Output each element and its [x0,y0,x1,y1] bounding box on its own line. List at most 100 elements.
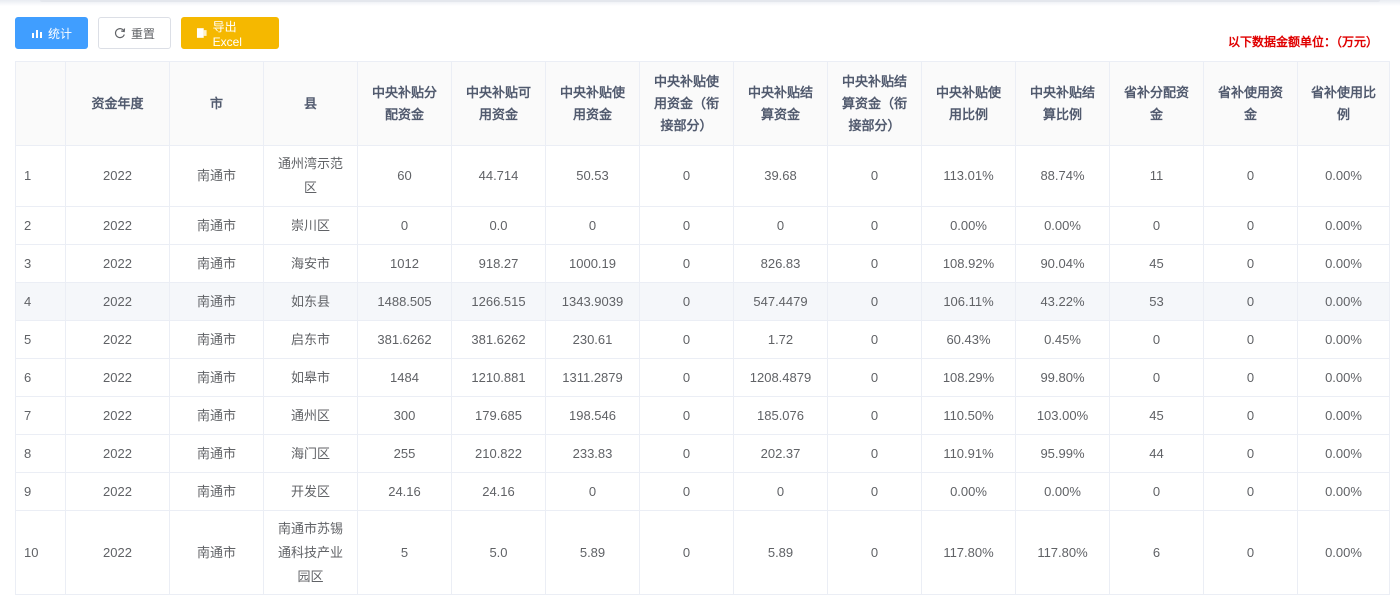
column-header: 资金年度 [65,61,170,146]
column-header: 中央补贴分配资金 [357,61,452,146]
table-cell: 2022 [65,282,170,321]
table-cell: 179.685 [451,396,546,435]
table-cell: 0 [1203,472,1298,511]
table-cell: 6 [15,358,66,397]
toolbar: 统计 重置 导出Excel [15,17,279,50]
table-cell: 233.83 [545,434,640,473]
table-cell: 1012 [357,244,452,283]
table-cell: 0 [827,320,922,359]
excel-file-icon [196,28,207,38]
table-cell: 0.00% [1015,472,1110,511]
table-cell: 198.546 [545,396,640,435]
table-cell: 0 [639,510,734,595]
table-row[interactable]: 3 2022 南通市 海安市 1012 918.27 1000.19 0 826.83 0 108.… [15,244,1390,283]
table-cell: 0 [639,320,734,359]
table-cell: 110.91% [921,434,1016,473]
table-cell: 0 [639,434,734,473]
table-cell: 南通市苏锡通科技产业园区 [263,510,358,595]
table-cell: 1484 [357,358,452,397]
export-excel-button[interactable]: 导出Excel [181,17,279,49]
table-cell: 2022 [65,396,170,435]
table-cell: 0.00% [921,472,1016,511]
column-header: 省补使用比例 [1297,61,1390,146]
column-header: 省补分配资金 [1109,61,1204,146]
table-cell: 45 [1109,244,1204,283]
table-cell: 88.74% [1015,145,1110,207]
export-button-label: 导出Excel [212,19,242,49]
table-cell: 2022 [65,145,170,207]
table-cell: 1488.505 [357,282,452,321]
table-cell: 0.00% [1297,396,1390,435]
table-row[interactable]: 10 2022 南通市 南通市苏锡通科技产业园区 5 5.0 5.89 0 5.89 0 117.8… [15,510,1390,595]
reset-button[interactable]: 重置 [98,17,171,49]
table-cell: 24.16 [357,472,452,511]
table-cell: 381.6262 [451,320,546,359]
table-header: 资金年度市县中央补贴分配资金 中央补贴可用资金 中央补贴使用资金 中央补贴使用资金（衔… [15,61,1390,146]
table-row[interactable]: 1 2022 南通市 通州湾示范区 60 44.714 50.53 0 39.68 0 113.01… [15,145,1390,207]
table-cell: 5.89 [545,510,640,595]
table-cell: 53 [1109,282,1204,321]
table-cell: 开发区 [263,472,358,511]
column-header: 中央补贴结算资金 [733,61,828,146]
table-cell: 918.27 [451,244,546,283]
column-header: 中央补贴可用资金 [451,61,546,146]
table-cell: 0 [1203,434,1298,473]
table-cell: 0 [545,472,640,511]
table-cell: 99.80% [1015,358,1110,397]
table-cell: 117.80% [921,510,1016,595]
table-cell: 2022 [65,358,170,397]
table-cell: 0 [357,206,452,245]
table-cell: 39.68 [733,145,828,207]
table-cell: 0.00% [1297,320,1390,359]
column-header: 省补使用资金 [1203,61,1298,146]
column-header [15,61,66,146]
column-header: 市 [169,61,264,146]
table-cell: 1 [15,145,66,207]
table-cell: 0.00% [1015,206,1110,245]
table-row[interactable]: 9 2022 南通市 开发区 24.16 24.16 0 0 0 0 0.00% 0.00% 0 0 0.0… [15,472,1390,511]
column-header: 中央补贴使用资金（衔接部分） [639,61,734,146]
table-cell: 44.714 [451,145,546,207]
table-row[interactable]: 5 2022 南通市 启东市 381.6262 381.6262 230.61 0 1.72 0 6… [15,320,1390,359]
table-cell: 0 [827,206,922,245]
table-cell: 5 [15,320,66,359]
table-cell: 113.01% [921,145,1016,207]
table-row[interactable]: 4 2022 南通市 如东县 1488.505 1266.515 1343.9039 0 547… [15,282,1390,321]
column-header: 县 [263,61,358,146]
table-cell: 2022 [65,472,170,511]
table-cell: 0 [1109,320,1204,359]
table-row[interactable]: 2 2022 南通市 崇川区 0 0.0 0 0 0 0 0.00% 0.00% 0 0 0.00% [15,206,1390,245]
table-cell: 1.72 [733,320,828,359]
table-cell: 0 [827,358,922,397]
table-cell: 0 [639,282,734,321]
table-cell: 7 [15,396,66,435]
table-body: 1 2022 南通市 通州湾示范区 60 44.714 50.53 0 39.68 0 113.01… [15,145,1390,595]
table-cell: 启东市 [263,320,358,359]
data-table: 资金年度市县中央补贴分配资金 中央补贴可用资金 中央补贴使用资金 中央补贴使用资金（衔… [15,61,1390,595]
table-cell: 1000.19 [545,244,640,283]
refresh-icon [114,28,126,39]
column-header: 中央补贴结算比例 [1015,61,1110,146]
table-row[interactable]: 8 2022 南通市 海门区 255 210.822 233.83 0 202.37 0 110.9… [15,434,1390,473]
stats-button[interactable]: 统计 [15,17,88,49]
table-cell: 0.00% [1297,282,1390,321]
table-cell: 海安市 [263,244,358,283]
table-cell: 0 [639,472,734,511]
table-cell: 108.92% [921,244,1016,283]
table-cell: 1343.9039 [545,282,640,321]
table-cell: 3 [15,244,66,283]
table-cell: 5.89 [733,510,828,595]
table-cell: 1208.4879 [733,358,828,397]
table-cell: 0 [1203,244,1298,283]
table-cell: 0.00% [1297,244,1390,283]
table-cell: 0.0 [451,206,546,245]
table-row[interactable]: 7 2022 南通市 通州区 300 179.685 198.546 0 185.076 0 110… [15,396,1390,435]
table-cell: 90.04% [1015,244,1110,283]
table-row[interactable]: 6 2022 南通市 如皋市 1484 1210.881 1311.2879 0 1208.48… [15,358,1390,397]
table-cell: 2022 [65,510,170,595]
column-header: 中央补贴使用资金 [545,61,640,146]
table-cell: 0 [1109,472,1204,511]
table-cell: 南通市 [169,282,264,321]
table-cell: 南通市 [169,434,264,473]
table-cell: 南通市 [169,145,264,207]
